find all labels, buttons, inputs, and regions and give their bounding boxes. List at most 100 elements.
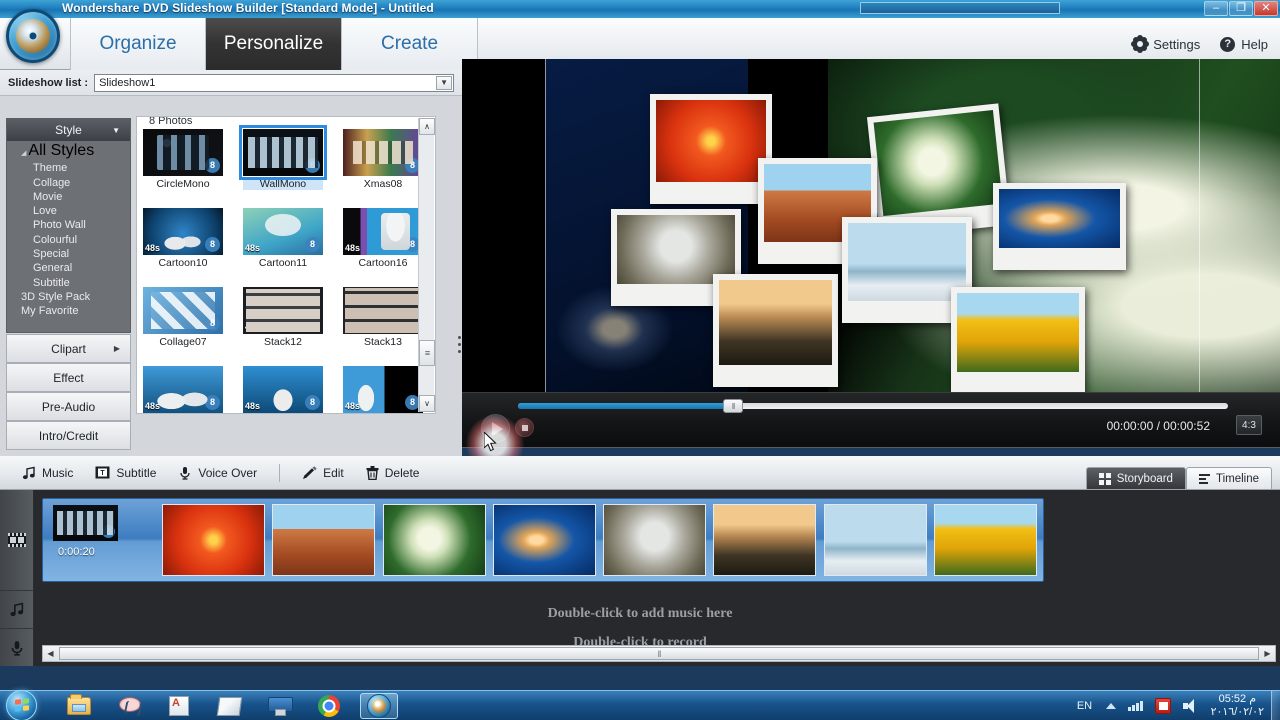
tab-personalize[interactable]: Personalize bbox=[206, 18, 342, 70]
scrollbar-thumb[interactable]: ‖ bbox=[59, 647, 1259, 660]
tree-item-collage[interactable]: Collage bbox=[7, 176, 130, 190]
style-item-stack13[interactable]: 48s 8 Stack13 bbox=[343, 287, 423, 348]
taskbar-app-wondershare[interactable] bbox=[360, 693, 398, 719]
scroll-up-icon[interactable]: ∧ bbox=[419, 118, 435, 135]
storyboard-item-penguins[interactable] bbox=[822, 502, 929, 578]
style-thumbnail[interactable]: 48s 8 bbox=[143, 208, 223, 255]
toolbar-button-voice-over[interactable]: Voice Over bbox=[178, 466, 257, 480]
style-item-double-slide23[interactable]: 48s 8 Double slide23 bbox=[243, 366, 323, 413]
tree-item-subtitle[interactable]: Subtitle bbox=[7, 276, 130, 290]
style-item-circlemono[interactable]: 8 CircleMono bbox=[143, 129, 223, 190]
language-indicator[interactable]: EN bbox=[1077, 700, 1092, 712]
scroll-left-icon[interactable]: ◀ bbox=[43, 646, 58, 661]
taskbar-app-file-explorer[interactable] bbox=[60, 693, 98, 719]
seek-handle[interactable]: ‖ bbox=[723, 399, 743, 413]
style-thumbnail[interactable]: 8 bbox=[239, 125, 327, 180]
storyboard-item-hydrangea[interactable] bbox=[381, 502, 488, 578]
style-item-stack12[interactable]: 48s 8 Stack12 bbox=[243, 287, 323, 348]
style-item-xmas08[interactable]: 8 Xmas08 bbox=[343, 129, 423, 190]
minimize-button[interactable]: – bbox=[1204, 1, 1228, 16]
tree-item-my-favorite[interactable]: My Favorite bbox=[7, 304, 130, 318]
style-grid-scrollbar[interactable]: ∧ ≡ ∨ bbox=[418, 118, 435, 412]
style-thumbnail[interactable]: 48s 8 bbox=[343, 287, 423, 334]
volume-button[interactable] bbox=[1182, 699, 1199, 713]
chevron-down-icon[interactable]: ▼ bbox=[436, 75, 453, 90]
preview-area[interactable] bbox=[462, 59, 1280, 412]
style-item-erase06[interactable]: 48s 8 Erase06 bbox=[343, 366, 423, 413]
sidebar-button-pre-audio[interactable]: Pre-Audio bbox=[6, 392, 131, 421]
sidebar-button-clipart[interactable]: Clipart ▶ bbox=[6, 334, 131, 363]
show-desktop-button[interactable] bbox=[1271, 691, 1280, 720]
tree-item-colourful[interactable]: Colourful bbox=[7, 233, 130, 247]
taskbar-app-chrome[interactable] bbox=[310, 693, 348, 719]
toolbar-button-music[interactable]: Music bbox=[22, 466, 73, 480]
style-thumbnail[interactable]: 8 bbox=[143, 287, 223, 334]
style-thumbnail[interactable]: 8 bbox=[343, 129, 423, 176]
taskbar-app-snipping-tool[interactable] bbox=[110, 693, 148, 719]
tree-item-general[interactable]: General bbox=[7, 261, 130, 275]
storyboard-item-castle[interactable] bbox=[711, 502, 818, 578]
tree-item-3d-style-pack[interactable]: 3D Style Pack bbox=[7, 290, 130, 304]
tab-organize[interactable]: Organize bbox=[70, 18, 206, 70]
storyboard-item-red-flower[interactable] bbox=[160, 502, 267, 578]
tab-create[interactable]: Create bbox=[342, 18, 478, 70]
slideshow-select[interactable]: Slideshow1 ▼ bbox=[94, 73, 455, 92]
aspect-ratio-button[interactable]: 4:3 bbox=[1236, 415, 1262, 435]
tab-storyboard[interactable]: Storyboard bbox=[1085, 467, 1186, 489]
chevron-down-icon[interactable]: ▼ bbox=[112, 126, 120, 135]
maximize-button[interactable]: ❐ bbox=[1229, 1, 1253, 16]
tree-item-all-styles[interactable]: ◢ All Styles bbox=[7, 143, 130, 161]
style-thumbnail[interactable]: 48s 8 bbox=[343, 366, 423, 413]
scroll-right-icon[interactable]: ▶ bbox=[1260, 646, 1275, 661]
show-hidden-icons-button[interactable] bbox=[1106, 703, 1117, 709]
network-button[interactable] bbox=[1128, 701, 1143, 711]
storyboard-item-desert-butte[interactable] bbox=[270, 502, 377, 578]
style-preview-slot[interactable]: 8 0:00:20 bbox=[47, 502, 157, 578]
taskbar-app-remote-desktop[interactable] bbox=[260, 693, 298, 719]
toolbar-button-subtitle[interactable]: T Subtitle bbox=[95, 466, 156, 480]
tree-item-love[interactable]: Love bbox=[7, 204, 130, 218]
help-button[interactable]: ? Help bbox=[1220, 36, 1268, 52]
storyboard-item-tulips[interactable] bbox=[932, 502, 1039, 578]
action-center-button[interactable] bbox=[1154, 698, 1171, 714]
storyboard-first-slot[interactable]: 8 0:00:20 bbox=[47, 502, 157, 578]
style-item-wallmono[interactable]: 8 WallMono bbox=[239, 125, 327, 190]
style-item-double-slide19[interactable]: 48s 8 Double slide19 bbox=[143, 366, 223, 413]
storyboard-item-koala[interactable] bbox=[601, 502, 708, 578]
style-thumbnail[interactable]: 48s 8 bbox=[343, 208, 423, 255]
scroll-down-icon[interactable]: ∨ bbox=[419, 395, 435, 412]
style-thumbnail[interactable]: 48s 8 bbox=[243, 287, 323, 334]
settings-button[interactable]: Settings bbox=[1133, 37, 1200, 52]
style-item-cartoon11[interactable]: 48s 8 Cartoon11 bbox=[243, 208, 323, 269]
tree-item-special[interactable]: Special bbox=[7, 247, 130, 261]
storyboard-strip[interactable]: 8 0:00:20 bbox=[42, 498, 1044, 582]
style-item-cartoon16[interactable]: 48s 8 Cartoon16 bbox=[343, 208, 423, 269]
taskbar-app-notepad[interactable] bbox=[210, 693, 248, 719]
expand-triangle-icon[interactable]: ◢ bbox=[21, 150, 26, 157]
toolbar-button-delete[interactable]: Delete bbox=[366, 465, 419, 480]
scrollbar-thumb[interactable]: ≡ bbox=[419, 340, 435, 366]
music-drop-hint[interactable]: Double-click to add music here bbox=[0, 606, 1280, 622]
style-thumbnail[interactable]: 48s 8 bbox=[243, 366, 323, 413]
taskbar-app-word-document[interactable] bbox=[160, 693, 198, 719]
video-track-header[interactable] bbox=[0, 490, 34, 590]
tree-item-movie[interactable]: Movie bbox=[7, 190, 130, 204]
seek-bar[interactable]: ‖ bbox=[518, 399, 1228, 413]
sidebar-button-intro-credit[interactable]: Intro/Credit bbox=[6, 421, 131, 450]
close-button[interactable]: ✕ bbox=[1254, 1, 1278, 16]
tree-item-photo-wall[interactable]: Photo Wall bbox=[7, 218, 130, 232]
clock[interactable]: 05:52 م ٢٠١٦/٠٢/٠٢ bbox=[1211, 693, 1264, 719]
style-panel-header[interactable]: Style ▼ bbox=[7, 119, 130, 141]
start-button[interactable] bbox=[6, 690, 37, 720]
storyboard-item-jellyfish[interactable] bbox=[491, 502, 598, 578]
toolbar-button-edit[interactable]: Edit bbox=[302, 466, 344, 480]
style-item-cartoon10[interactable]: 48s 8 Cartoon10 bbox=[143, 208, 223, 269]
style-thumbnail[interactable]: 48s 8 bbox=[243, 208, 323, 255]
tree-item-theme[interactable]: Theme bbox=[7, 161, 130, 175]
sidebar-button-effect[interactable]: Effect bbox=[6, 363, 131, 392]
style-item-collage07[interactable]: 8 Collage07 bbox=[143, 287, 223, 348]
tab-timeline[interactable]: Timeline bbox=[1185, 467, 1272, 489]
style-thumbnail[interactable]: 8 bbox=[143, 129, 223, 176]
storyboard-horizontal-scrollbar[interactable]: ◀ ‖ ▶ bbox=[42, 645, 1276, 662]
style-thumbnail[interactable]: 48s 8 bbox=[143, 366, 223, 413]
